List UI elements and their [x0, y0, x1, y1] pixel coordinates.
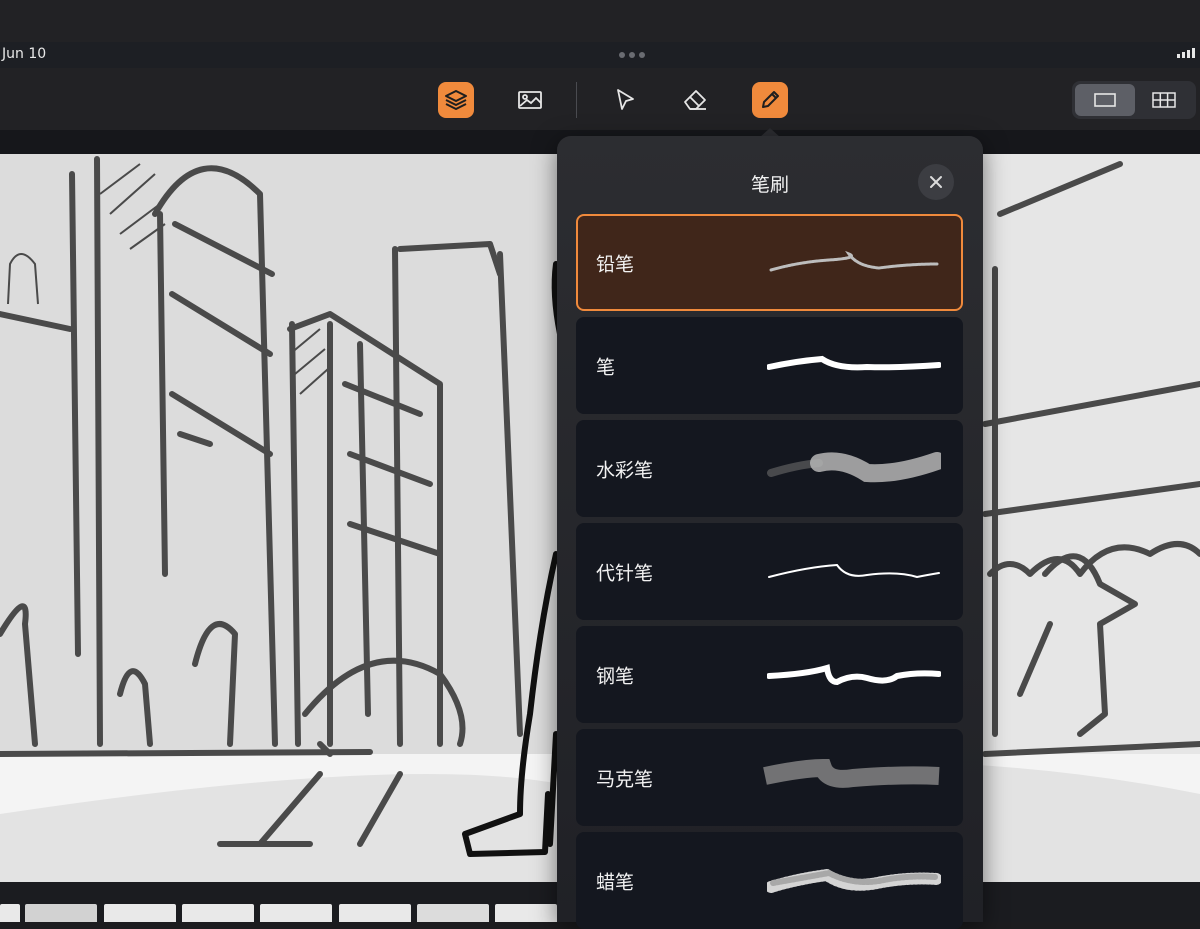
ink-pen-stroke-preview: [767, 663, 941, 685]
signal-icon: [1177, 48, 1195, 58]
frame-thumbnail[interactable]: [25, 904, 97, 922]
fineliner-stroke-preview: [768, 563, 940, 578]
crayon-stroke-preview: [767, 868, 941, 893]
brush-option-marker[interactable]: 马克笔: [576, 729, 963, 826]
brush-option-fineliner[interactable]: 代针笔: [576, 523, 963, 620]
frame-thumbnail[interactable]: [495, 904, 557, 922]
layers-icon: [445, 90, 467, 110]
single-view-button[interactable]: [1075, 84, 1135, 116]
frame-thumbnail[interactable]: [339, 904, 411, 922]
brush-label: 蜡笔: [596, 871, 635, 893]
status-date: Jun 10: [2, 46, 47, 62]
brush-label: 笔: [596, 356, 616, 378]
eraser-button[interactable]: [677, 82, 713, 118]
single-frame-icon: [1094, 93, 1116, 107]
marker-stroke-preview: [763, 758, 940, 788]
multitasking-dots[interactable]: [619, 52, 645, 58]
frame-thumbnail[interactable]: [417, 904, 489, 922]
brush-option-ink-pen[interactable]: 钢笔: [576, 626, 963, 723]
pen-stroke-preview: [767, 355, 941, 370]
pointer-icon: [617, 89, 634, 110]
image-button[interactable]: [512, 82, 548, 118]
image-icon: [518, 91, 542, 109]
brush-label: 铅笔: [596, 253, 635, 275]
brush-option-pencil[interactable]: 铅笔: [576, 214, 963, 311]
pencil-button[interactable]: [752, 82, 788, 118]
frame-thumbnail[interactable]: [182, 904, 254, 922]
close-button[interactable]: [918, 164, 954, 200]
grid-view-icon: [1152, 92, 1176, 108]
brush-option-crayon[interactable]: 蜡笔: [576, 832, 963, 929]
select-button[interactable]: [607, 82, 643, 118]
brush-label: 代针笔: [596, 562, 654, 584]
grid-view-button[interactable]: [1134, 84, 1194, 116]
eraser-icon: [684, 90, 706, 110]
watercolor-stroke-preview: [767, 451, 941, 482]
pencil-icon: [762, 91, 779, 108]
brush-label: 钢笔: [596, 665, 635, 687]
brush-option-watercolor[interactable]: 水彩笔: [576, 420, 963, 517]
pencil-stroke-preview: [769, 250, 939, 271]
layers-button[interactable]: [438, 82, 474, 118]
frame-thumbnail[interactable]: [260, 904, 332, 922]
brush-label: 水彩笔: [596, 459, 654, 481]
brush-option-pen[interactable]: 笔: [576, 317, 963, 414]
view-mode-toggle: [1072, 81, 1196, 119]
frame-thumbnail[interactable]: [104, 904, 176, 922]
brush-label: 马克笔: [596, 768, 654, 790]
toolbar: [0, 68, 1200, 130]
toolbar-divider: [576, 82, 577, 118]
close-icon: [930, 176, 942, 188]
frame-thumbnail[interactable]: [0, 904, 20, 922]
status-strip: [0, 42, 1200, 68]
